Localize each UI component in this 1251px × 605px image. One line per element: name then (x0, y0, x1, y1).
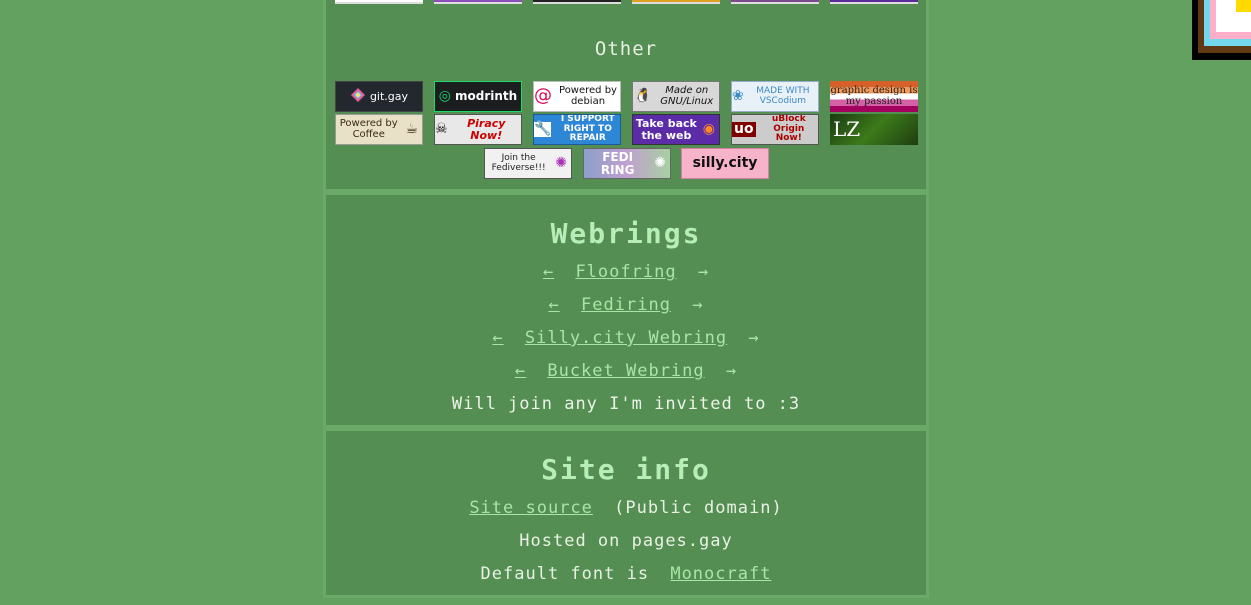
pride-flag-corner (1126, 0, 1251, 125)
badge-label: silly.city (692, 155, 758, 172)
webring-prev-link[interactable]: ← (549, 295, 560, 315)
default-font-line: Default font is Monocraft (326, 564, 926, 585)
badge-edge[interactable] (533, 0, 621, 4)
ublock-badge[interactable]: uo uBlock Origin Now! (731, 114, 819, 145)
badge-label: FEDI RING (600, 149, 635, 177)
default-font-label: Default font is (480, 564, 650, 584)
page: Other git.gay ◎ modrinth @ Powered by de… (0, 0, 1251, 605)
webring-next-link[interactable]: → (698, 262, 709, 282)
wrench-icon: 🔧 (534, 121, 552, 138)
badge-label: git.gay (369, 89, 409, 103)
vscodium-badge[interactable]: ❀ MADE WITH VSCodium (731, 81, 819, 112)
badge-edge[interactable] (830, 0, 918, 4)
vscodium-icon: ❀ (732, 88, 744, 105)
lz-badge[interactable]: LZ (830, 114, 918, 145)
badge-label: Piracy Now! (467, 116, 506, 142)
fediverse-badge[interactable]: Join the Fediverse!!! ✺ (484, 148, 572, 179)
webrings-note: Will join any I'm invited to :3 (451, 394, 801, 414)
badges-panel: Other git.gay ◎ modrinth @ Powered by de… (323, 0, 929, 192)
fediring-badge[interactable]: FEDI RING ✺ (583, 148, 671, 179)
git-gay-badge[interactable]: git.gay (335, 81, 423, 112)
coffee-badge[interactable]: Powered by Coffee ☕ (335, 114, 423, 145)
site-source-license: (Public domain) (614, 498, 783, 518)
modrinth-icon: ◎ (438, 88, 451, 105)
badge-label: LZ (833, 117, 861, 141)
skull-icon: ☠ (435, 121, 448, 138)
badge-label: modrinth (455, 89, 518, 104)
badge-label: Join the Fediverse!!! (491, 153, 546, 173)
site-info-panel: Site info Site source (Public domain) Ho… (323, 428, 929, 598)
take-back-web-badge[interactable]: Take back the web ◉ (632, 114, 720, 145)
badge-label: Made on GNU/Linux (660, 85, 714, 107)
webring-row: ← Bucket Webring → (326, 361, 926, 382)
webring-next-link[interactable]: → (726, 361, 737, 381)
hosted-on-line: Hosted on pages.gay (519, 531, 733, 551)
piracy-badge[interactable]: ☠ Piracy Now! (434, 114, 522, 145)
debian-badge[interactable]: @ Powered by debian (533, 81, 621, 112)
badge-label: Take back the web (635, 116, 697, 142)
site-source-line: Site source (Public domain) (326, 498, 926, 519)
webring-prev-link[interactable]: ← (515, 361, 526, 381)
badge-label: Powered by debian (559, 85, 617, 107)
webring-row: ← Fediring → (326, 295, 926, 316)
site-info-heading: Site info (541, 453, 711, 486)
git-gay-icon (350, 87, 366, 107)
webring-prev-link[interactable]: ← (543, 262, 554, 282)
badge-edge[interactable] (632, 0, 720, 4)
webring-row: ← Floofring → (326, 262, 926, 283)
modrinth-badge[interactable]: ◎ modrinth (434, 81, 522, 112)
webring-next-link[interactable]: → (692, 295, 703, 315)
main-column: Other git.gay ◎ modrinth @ Powered by de… (323, 0, 929, 598)
badge-label: uBlock Origin Now! (771, 114, 806, 144)
silly-city-badge[interactable]: silly.city (681, 148, 769, 179)
webring-link[interactable]: Bucket Webring (547, 361, 704, 381)
coffee-icon: ☕ (405, 121, 418, 138)
webring-prev-link[interactable]: ← (492, 328, 503, 348)
other-heading: Other (594, 38, 658, 60)
tux-icon: 🐧 (633, 88, 651, 105)
previous-badge-row (335, 0, 918, 4)
badge-label: MADE WITH VSCodium (756, 86, 810, 106)
gnu-linux-badge[interactable]: 🐧 Made on GNU/Linux (632, 81, 720, 112)
site-source-link[interactable]: Site source (469, 498, 593, 518)
badge-label: graphic design is my passion (830, 85, 918, 107)
right-to-repair-badge[interactable]: 🔧 I SUPPORT RIGHT TO REPAIR (533, 114, 621, 145)
webring-link[interactable]: Silly.city Webring (525, 328, 727, 348)
badge-label: I SUPPORT RIGHT TO REPAIR (560, 114, 615, 144)
debian-icon: @ (534, 85, 552, 107)
badge-edge[interactable] (434, 0, 522, 4)
webrings-panel: Webrings ← Floofring → ← Fediring → ← Si… (323, 192, 929, 428)
webring-next-link[interactable]: → (748, 328, 759, 348)
graphic-design-badge[interactable]: graphic design is my passion (830, 81, 918, 112)
fediverse-icon: ✺ (555, 155, 567, 172)
fediring-icon: ✺ (654, 155, 666, 172)
badge-label: Powered by Coffee (339, 118, 398, 140)
ublock-icon: uo (732, 121, 756, 138)
webrings-heading: Webrings (550, 217, 702, 250)
webring-row: ← Silly.city Webring → (326, 328, 926, 349)
webring-link[interactable]: Floofring (575, 262, 676, 282)
badge-edge[interactable] (731, 0, 819, 4)
monocraft-link[interactable]: Monocraft (670, 564, 771, 584)
firefox-icon: ◉ (702, 121, 715, 138)
badge-edge[interactable] (335, 0, 423, 4)
webring-link[interactable]: Fediring (581, 295, 671, 315)
